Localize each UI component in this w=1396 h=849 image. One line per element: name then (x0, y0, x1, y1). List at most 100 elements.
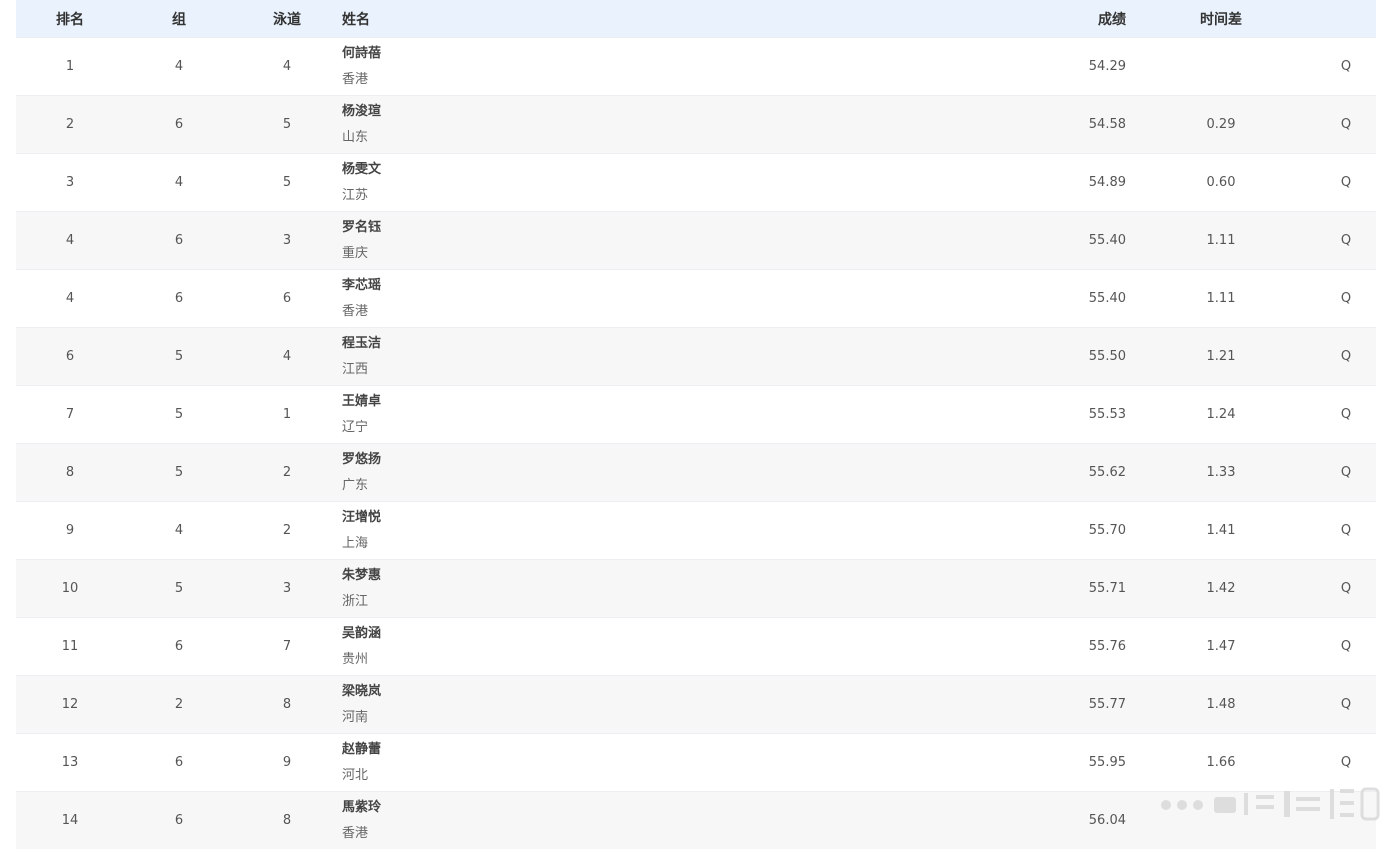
rank-cell: 4 (65, 233, 75, 248)
athlete-name: 梁晓岚 (342, 683, 382, 699)
rank-cell: 9 (65, 523, 75, 538)
lane-cell: 4 (282, 59, 292, 74)
table-row: 4 6 3 罗名钰 重庆 55.40 1.11 Q (16, 211, 1376, 269)
rank-cell: 7 (65, 407, 75, 422)
diff-cell: 1.41 (1206, 523, 1236, 538)
table-body: 1 4 4 何詩蓓 香港 54.29 Q 2 6 5 杨浚瑄 山东 54.58 0.29 Q 3 4 5 杨雯文 江苏… (16, 37, 1376, 849)
athlete-cell: 杨雯文 江苏 (342, 154, 642, 211)
group-cell: 4 (174, 175, 184, 190)
qualify-cell: Q (1340, 233, 1352, 248)
lane-cell: 8 (282, 813, 292, 828)
athlete-name: 何詩蓓 (342, 45, 382, 61)
diff-cell: 1.42 (1206, 581, 1236, 596)
athlete-cell: 汪增悦 上海 (342, 502, 642, 559)
diff-cell: 0.60 (1206, 175, 1236, 190)
group-cell: 6 (174, 639, 184, 654)
athlete-team: 山东 (342, 129, 369, 145)
time-cell: 55.40 (1088, 291, 1126, 306)
qualify-cell: Q (1340, 175, 1352, 190)
header-name: 姓名 (342, 11, 370, 28)
athlete-name: 赵静蕾 (342, 741, 382, 757)
athlete-name: 罗名钰 (342, 219, 382, 235)
diff-cell (1186, 38, 1256, 95)
header-group: 组 (172, 11, 186, 28)
lane-cell: 3 (282, 233, 292, 248)
diff-cell: 1.24 (1206, 407, 1236, 422)
diff-cell: 1.33 (1206, 465, 1236, 480)
qualify-cell: Q (1340, 697, 1352, 712)
time-cell: 56.04 (1088, 813, 1126, 828)
athlete-name: 杨雯文 (342, 161, 382, 177)
time-cell: 54.89 (1088, 175, 1126, 190)
athlete-name: 杨浚瑄 (342, 103, 382, 119)
rank-cell: 12 (61, 697, 79, 712)
time-cell: 55.76 (1088, 639, 1126, 654)
rank-cell: 10 (61, 581, 79, 596)
diff-cell: 1.21 (1206, 349, 1236, 364)
athlete-team: 江西 (342, 361, 369, 377)
athlete-team: 广东 (342, 477, 369, 493)
athlete-name: 朱梦惠 (342, 567, 382, 583)
athlete-team: 香港 (342, 303, 369, 319)
group-cell: 6 (174, 755, 184, 770)
group-cell: 5 (174, 581, 184, 596)
rank-cell: 2 (65, 117, 75, 132)
athlete-team: 浙江 (342, 593, 369, 609)
rank-cell: 8 (65, 465, 75, 480)
rank-cell: 14 (61, 813, 79, 828)
watermark-icon (1161, 787, 1380, 821)
qualify-cell: Q (1340, 407, 1352, 422)
group-cell: 6 (174, 233, 184, 248)
athlete-team: 上海 (342, 535, 369, 551)
athlete-team: 江苏 (342, 187, 369, 203)
athlete-cell: 朱梦惠 浙江 (342, 560, 642, 617)
group-cell: 6 (174, 813, 184, 828)
rank-cell: 1 (65, 59, 75, 74)
table-row: 9 4 2 汪增悦 上海 55.70 1.41 Q (16, 501, 1376, 559)
athlete-cell: 程玉洁 江西 (342, 328, 642, 385)
time-cell: 55.71 (1088, 581, 1126, 596)
time-cell: 55.95 (1088, 755, 1126, 770)
athlete-team: 香港 (342, 71, 369, 87)
lane-cell: 5 (282, 175, 292, 190)
athlete-cell: 馬紫玲 香港 (342, 792, 642, 849)
lane-cell: 2 (282, 465, 292, 480)
header-time: 成绩 (1098, 11, 1126, 28)
lane-cell: 9 (282, 755, 292, 770)
time-cell: 55.70 (1088, 523, 1126, 538)
qualify-cell: Q (1340, 639, 1352, 654)
group-cell: 5 (174, 465, 184, 480)
time-cell: 55.50 (1088, 349, 1126, 364)
table-row: 10 5 3 朱梦惠浙江 55.71 1.42 Q (16, 559, 1376, 617)
athlete-name: 罗悠扬 (342, 451, 382, 467)
header-rank: 排名 (56, 11, 84, 28)
lane-cell: 5 (282, 117, 292, 132)
qualify-cell: Q (1340, 59, 1352, 74)
rank-cell: 6 (65, 349, 75, 364)
rank-cell: 13 (61, 755, 79, 770)
athlete-cell: 李芯瑶 香港 (342, 270, 642, 327)
header-diff: 时间差 (1200, 11, 1242, 28)
diff-cell: 1.47 (1206, 639, 1236, 654)
athlete-cell: 赵静蕾 河北 (342, 734, 642, 791)
table-row: 3 4 5 杨雯文 江苏 54.89 0.60 Q (16, 153, 1376, 211)
athlete-name: 吴韵涵 (342, 625, 382, 641)
lane-cell: 3 (282, 581, 292, 596)
athlete-team: 辽宁 (342, 419, 369, 435)
group-cell: 5 (174, 349, 184, 364)
athlete-cell: 杨浚瑄 山东 (342, 96, 642, 153)
athlete-name: 程玉洁 (342, 335, 382, 351)
athlete-team: 重庆 (342, 245, 369, 261)
table-row: 1 4 4 何詩蓓 香港 54.29 Q (16, 37, 1376, 95)
diff-cell: 0.29 (1206, 117, 1236, 132)
rank-cell: 11 (61, 639, 79, 654)
table-header: 排名 组 泳道 姓名 成绩 时间差 (16, 0, 1376, 37)
diff-cell: 1.48 (1206, 697, 1236, 712)
table-row: 8 5 2 罗悠扬 广东 55.62 1.33 Q (16, 443, 1376, 501)
group-cell: 2 (174, 697, 184, 712)
athlete-name: 王婧卓 (342, 393, 382, 409)
athlete-team: 河南 (342, 709, 369, 725)
qualify-cell: Q (1340, 581, 1352, 596)
athlete-name: 馬紫玲 (342, 799, 382, 815)
group-cell: 6 (174, 291, 184, 306)
